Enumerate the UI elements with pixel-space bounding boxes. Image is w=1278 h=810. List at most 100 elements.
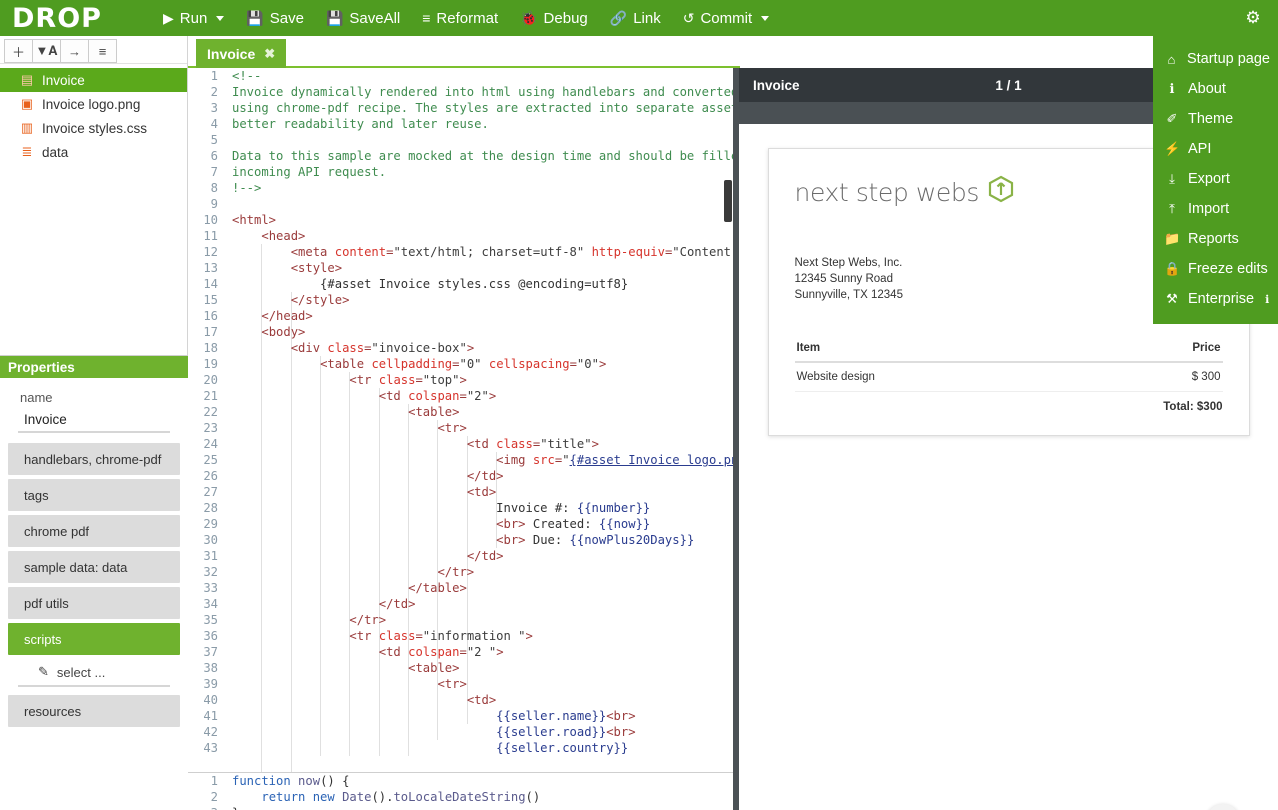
menu-run-button[interactable]: ▶ Run [152, 0, 235, 36]
code-token: > [598, 357, 607, 371]
code-line[interactable] [232, 196, 733, 212]
code-line[interactable]: <head> [232, 228, 733, 244]
code-line[interactable]: </td> [232, 596, 733, 612]
dropdown-item-about[interactable]: ℹ About [1153, 74, 1278, 104]
code-line[interactable]: </tr> [232, 564, 733, 580]
code-line[interactable]: <td> [232, 484, 733, 500]
editor-scrollbar-thumb[interactable] [724, 180, 732, 222]
code-line[interactable]: Invoice #: {{number}} [232, 500, 733, 516]
property-row-pdf-utils[interactable]: pdf utils [8, 587, 180, 619]
dropdown-item-reports[interactable]: 📁 Reports [1153, 224, 1278, 254]
app-logo[interactable]: DROP [0, 0, 152, 36]
name-input[interactable] [18, 407, 170, 433]
code-line[interactable]: better readability and later reuse. [232, 116, 733, 132]
code-line[interactable]: using chrome-pdf recipe. The styles are … [232, 100, 733, 116]
editor-area: Invoice ✖ 1 2 3 4 5 6 7 8 9 10 11 12 13 14 15 16 17 18 19 2… [188, 36, 1278, 810]
code-line[interactable]: <body> [232, 324, 733, 340]
dropdown-item-freeze-edits[interactable]: 🔒 Freeze edits [1153, 254, 1278, 284]
menu-save-button[interactable]: 💾 Save [235, 0, 315, 36]
script-code-editor[interactable]: 1 23 function now() { return new Date().t… [188, 772, 733, 810]
tab-invoice[interactable]: Invoice ✖ [196, 39, 287, 68]
code-line[interactable]: !--> [232, 180, 733, 196]
code-line[interactable]: <style> [232, 260, 733, 276]
menu-saveall-button[interactable]: 💾 SaveAll [315, 0, 411, 36]
code-line[interactable]: <td colspan="2 "> [232, 644, 733, 660]
property-row-chrome-pdf[interactable]: chrome pdf [8, 515, 180, 547]
locate-button[interactable]: → [60, 39, 89, 63]
code-line[interactable]: <tr> [232, 676, 733, 692]
chevron-down-icon[interactable] [216, 15, 225, 21]
play-icon: ▶ [163, 10, 174, 26]
code-line[interactable]: Data to this sample are mocked at the de… [232, 148, 733, 164]
code-line[interactable]: <tr> [232, 420, 733, 436]
property-row-handlebars-chrome-pdf[interactable]: handlebars, chrome-pdf [8, 443, 180, 475]
code-line[interactable]: <table> [232, 404, 733, 420]
code-token: cellpadding [371, 357, 453, 371]
code-line[interactable]: </style> [232, 292, 733, 308]
code-line[interactable]: } [232, 805, 733, 810]
code-line[interactable]: incoming API request. [232, 164, 733, 180]
file-tree-item-invoice-styles-css[interactable]: ▥ Invoice styles.css [0, 116, 187, 140]
code-line[interactable]: <td> [232, 692, 733, 708]
dropdown-item-api[interactable]: ⚡ API [1153, 134, 1278, 164]
property-row-scripts[interactable]: scripts [8, 623, 180, 655]
code-lines[interactable]: <!-- Invoice dynamically rendered into ht… [232, 68, 733, 756]
file-tree-item-invoice-logo-png[interactable]: ▣ Invoice logo.png [0, 92, 187, 116]
property-row-sample-data-data[interactable]: sample data: data [8, 551, 180, 583]
code-line[interactable]: <td class="title"> [232, 436, 733, 452]
code-line[interactable]: <meta content="text/html; charset=utf-8"… [232, 244, 733, 260]
menu-item-label: Save [269, 9, 304, 27]
code-line[interactable]: {{seller.road}}<br> [232, 724, 733, 740]
code-line[interactable]: </tr> [232, 612, 733, 628]
menu-commit-button[interactable]: ↺ Commit [672, 0, 780, 36]
code-line[interactable]: </td> [232, 468, 733, 484]
gear-icon[interactable]: ⚙ [1236, 0, 1270, 36]
script-code-lines[interactable]: function now() { return new Date().toLoc… [232, 773, 733, 810]
file-tree-item-invoice[interactable]: ▤ Invoice [0, 68, 187, 92]
dropdown-item-export[interactable]: ⤓ Export [1153, 164, 1278, 194]
code-line[interactable]: <html> [232, 212, 733, 228]
code-line[interactable]: {{seller.country}} [232, 740, 733, 756]
scripts-select-dropdown[interactable]: ✎ select ... [18, 659, 170, 687]
code-line[interactable]: <td colspan="2"> [232, 388, 733, 404]
code-line[interactable]: <table> [232, 660, 733, 676]
dropdown-item-startup-page[interactable]: ⌂ Startup page [1153, 44, 1278, 74]
property-row-tags[interactable]: tags [8, 479, 180, 511]
invoice-table-row: Website design $ 300 [794, 362, 1223, 392]
add-button[interactable]: ＋ [4, 39, 33, 63]
dropdown-item-theme[interactable]: ✐ Theme [1153, 104, 1278, 134]
code-line[interactable]: <img src="{#asset Invoice logo.png @enco [232, 452, 733, 468]
chevron-down-icon[interactable] [761, 15, 770, 21]
code-token: = [415, 373, 423, 387]
html-code-editor[interactable]: 1 2 3 4 5 6 7 8 9 10 11 12 13 14 15 16 17 18 19 20 21 22 23 24 2… [188, 68, 733, 799]
close-icon[interactable]: ✖ [264, 46, 275, 62]
code-line[interactable]: {{seller.name}}<br> [232, 708, 733, 724]
code-line[interactable]: </td> [232, 548, 733, 564]
dropdown-item-enterprise[interactable]: ⚒ Enterprise ℹ [1153, 284, 1278, 314]
code-line[interactable]: <br> Created: {{now}} [232, 516, 733, 532]
file-tree-item-data[interactable]: ≣ data [0, 140, 187, 164]
code-line[interactable]: <div class="invoice-box"> [232, 340, 733, 356]
menu-button[interactable]: ≡ [88, 39, 117, 63]
code-line[interactable]: <tr class="top"> [232, 372, 733, 388]
code-line[interactable]: </head> [232, 308, 733, 324]
dropdown-item-import[interactable]: ⤒ Import [1153, 194, 1278, 224]
code-line[interactable]: </table> [232, 580, 733, 596]
menu-debug-button[interactable]: 🐞 Debug [509, 0, 599, 36]
menu-reformat-button[interactable]: ≡ Reformat [411, 0, 509, 36]
code-line[interactable]: Invoice dynamically rendered into html u… [232, 84, 733, 100]
code-line[interactable]: return new Date().toLocaleDateString() [232, 789, 733, 805]
code-line[interactable]: {#asset Invoice styles.css @encoding=utf… [232, 276, 733, 292]
code-line[interactable]: <br> Due: {{nowPlus20Days}} [232, 532, 733, 548]
code-line[interactable]: <!-- [232, 68, 733, 84]
filter-sort-button[interactable]: ▼𝐀 [32, 39, 61, 63]
code-line[interactable]: function now() { [232, 773, 733, 789]
code-mirror-script[interactable]: 1 23 function now() { return new Date().t… [188, 773, 733, 810]
property-row-resources[interactable]: resources [8, 695, 180, 727]
code-line[interactable]: <tr class="information "> [232, 628, 733, 644]
info-circle-icon[interactable]: ℹ [1265, 293, 1269, 306]
code-line[interactable] [232, 132, 733, 148]
menu-link-button[interactable]: 🔗 Link [599, 0, 672, 36]
code-line[interactable]: <table cellpadding="0" cellspacing="0"> [232, 356, 733, 372]
code-mirror-main[interactable]: 1 2 3 4 5 6 7 8 9 10 11 12 13 14 15 16 17 18 19 20 21 22 23 24 2… [188, 68, 733, 799]
